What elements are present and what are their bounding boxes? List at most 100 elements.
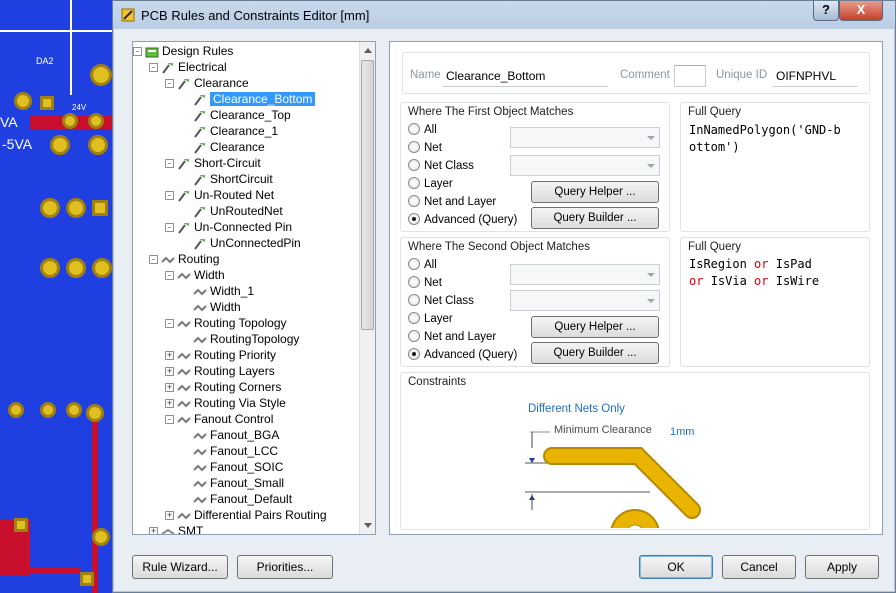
tree-item[interactable]: Clearance_1 <box>193 123 278 139</box>
tree-item[interactable]: Fanout_SOIC <box>193 459 283 475</box>
comment-field[interactable] <box>674 65 706 87</box>
tree-item[interactable]: - Design Rules <box>133 43 233 59</box>
name-field[interactable]: Clearance_Bottom <box>442 65 608 87</box>
collapse-icon[interactable]: - <box>133 47 142 57</box>
second-radio-option[interactable]: All <box>408 258 437 271</box>
tree-item[interactable]: + Routing Corners <box>165 379 281 395</box>
tree-item[interactable]: RoutingTopology <box>193 331 299 347</box>
radio-icon[interactable] <box>408 294 420 306</box>
collapse-icon[interactable]: - <box>165 271 174 281</box>
tree-item[interactable]: UnConnectedPin <box>193 235 301 251</box>
tree-item[interactable]: + Routing Via Style <box>165 395 286 411</box>
collapse-icon[interactable]: - <box>149 63 158 73</box>
first-query-builder-button[interactable]: Query Builder ... <box>531 207 659 229</box>
collapse-icon[interactable]: - <box>165 319 174 329</box>
tree-item[interactable]: Fanout_Small <box>193 475 284 491</box>
expand-icon[interactable]: + <box>165 367 174 377</box>
collapse-icon[interactable]: - <box>165 223 174 233</box>
scroll-thumb[interactable] <box>361 60 374 330</box>
unique-id-field[interactable]: OIFNPHVL <box>772 65 858 87</box>
second-radio-option[interactable]: Net <box>408 276 442 289</box>
collapse-icon[interactable]: - <box>165 191 174 201</box>
tree-item[interactable]: ShortCircuit <box>193 171 273 187</box>
tree-item[interactable]: Clearance_Top <box>193 107 291 123</box>
radio-icon[interactable] <box>408 312 420 324</box>
tree-item[interactable]: Clearance_Bottom <box>193 91 316 107</box>
tree-item[interactable]: - Un-Connected Pin <box>165 219 292 235</box>
second-net-combo[interactable] <box>510 264 660 285</box>
tree-item[interactable]: + Routing Priority <box>165 347 276 363</box>
rule-wizard-button[interactable]: Rule Wizard... <box>132 555 228 579</box>
pcb-label-5va: -5VA <box>2 136 33 152</box>
radio-icon[interactable] <box>408 213 420 225</box>
tree-item[interactable]: - Fanout Control <box>165 411 273 427</box>
second-query-helper-button[interactable]: Query Helper ... <box>531 316 659 338</box>
second-query-builder-button[interactable]: Query Builder ... <box>531 342 659 364</box>
radio-icon[interactable] <box>408 195 420 207</box>
tree-item[interactable]: - Clearance <box>165 75 249 91</box>
tree-scrollbar[interactable] <box>359 42 375 534</box>
radio-icon[interactable] <box>408 330 420 342</box>
close-button[interactable]: X <box>839 1 883 21</box>
first-radio-option[interactable]: Layer <box>408 177 453 190</box>
first-radio-option[interactable]: Net Class <box>408 159 474 172</box>
tree-item[interactable]: - Width <box>165 267 225 283</box>
tree-item[interactable]: + Differential Pairs Routing <box>165 507 327 523</box>
tree-item[interactable]: - Routing Topology <box>165 315 287 331</box>
second-radio-option[interactable]: Net Class <box>408 294 474 307</box>
tree-item[interactable]: Fanout_LCC <box>193 443 278 459</box>
tree-item-label: Clearance <box>210 140 265 154</box>
rules-tree[interactable]: - Design Rules - Electrical - Clearance Cleara… <box>132 41 376 535</box>
first-radio-option[interactable]: Net <box>408 141 442 154</box>
tree-item[interactable]: Fanout_BGA <box>193 427 279 443</box>
radio-icon[interactable] <box>408 348 420 360</box>
expand-icon[interactable]: + <box>149 527 158 534</box>
first-radio-option[interactable]: Advanced (Query) <box>408 213 517 226</box>
help-button[interactable]: ? <box>813 1 839 21</box>
tree-item[interactable]: Clearance <box>193 139 265 155</box>
expand-icon[interactable]: + <box>165 351 174 361</box>
scroll-down-icon[interactable] <box>364 523 372 528</box>
tree-item[interactable]: Width_1 <box>193 283 254 299</box>
second-radio-option[interactable]: Net and Layer <box>408 330 496 343</box>
first-net-combo[interactable] <box>510 127 660 148</box>
tree-item[interactable]: - Short-Circuit <box>165 155 261 171</box>
rule-type-icon <box>178 158 189 170</box>
expand-icon[interactable]: + <box>165 399 174 409</box>
tree-item[interactable]: + Routing Layers <box>165 363 275 379</box>
routing-rule-icon <box>193 304 207 312</box>
tree-item[interactable]: - Electrical <box>149 59 227 75</box>
scroll-up-icon[interactable] <box>364 48 372 53</box>
radio-icon[interactable] <box>408 159 420 171</box>
radio-icon[interactable] <box>408 141 420 153</box>
expand-icon[interactable]: + <box>165 511 174 521</box>
tree-item[interactable]: - Un-Routed Net <box>165 187 274 203</box>
collapse-icon[interactable]: - <box>165 415 174 425</box>
chevron-down-icon <box>647 164 655 168</box>
priorities-button[interactable]: Priorities... <box>237 555 333 579</box>
tree-item[interactable]: - Routing <box>149 251 219 267</box>
expand-icon[interactable]: + <box>165 383 174 393</box>
cancel-button[interactable]: Cancel <box>722 555 796 579</box>
second-radio-option[interactable]: Layer <box>408 312 453 325</box>
tree-item[interactable]: Width <box>193 299 241 315</box>
second-radio-option[interactable]: Advanced (Query) <box>408 348 517 361</box>
apply-button[interactable]: Apply <box>805 555 879 579</box>
radio-icon[interactable] <box>408 123 420 135</box>
second-netclass-combo[interactable] <box>510 290 660 311</box>
tree-item[interactable]: + SMT <box>149 523 203 534</box>
first-radio-option[interactable]: All <box>408 123 437 136</box>
collapse-icon[interactable]: - <box>165 159 174 169</box>
routing-rule-icon <box>193 288 207 296</box>
ok-button[interactable]: OK <box>639 555 713 579</box>
first-netclass-combo[interactable] <box>510 155 660 176</box>
first-radio-option[interactable]: Net and Layer <box>408 195 496 208</box>
first-query-helper-button[interactable]: Query Helper ... <box>531 181 659 203</box>
radio-icon[interactable] <box>408 258 420 270</box>
collapse-icon[interactable]: - <box>149 255 158 265</box>
collapse-icon[interactable]: - <box>165 79 174 89</box>
radio-icon[interactable] <box>408 177 420 189</box>
tree-item[interactable]: Fanout_Default <box>193 491 292 507</box>
radio-icon[interactable] <box>408 276 420 288</box>
tree-item[interactable]: UnRoutedNet <box>193 203 283 219</box>
